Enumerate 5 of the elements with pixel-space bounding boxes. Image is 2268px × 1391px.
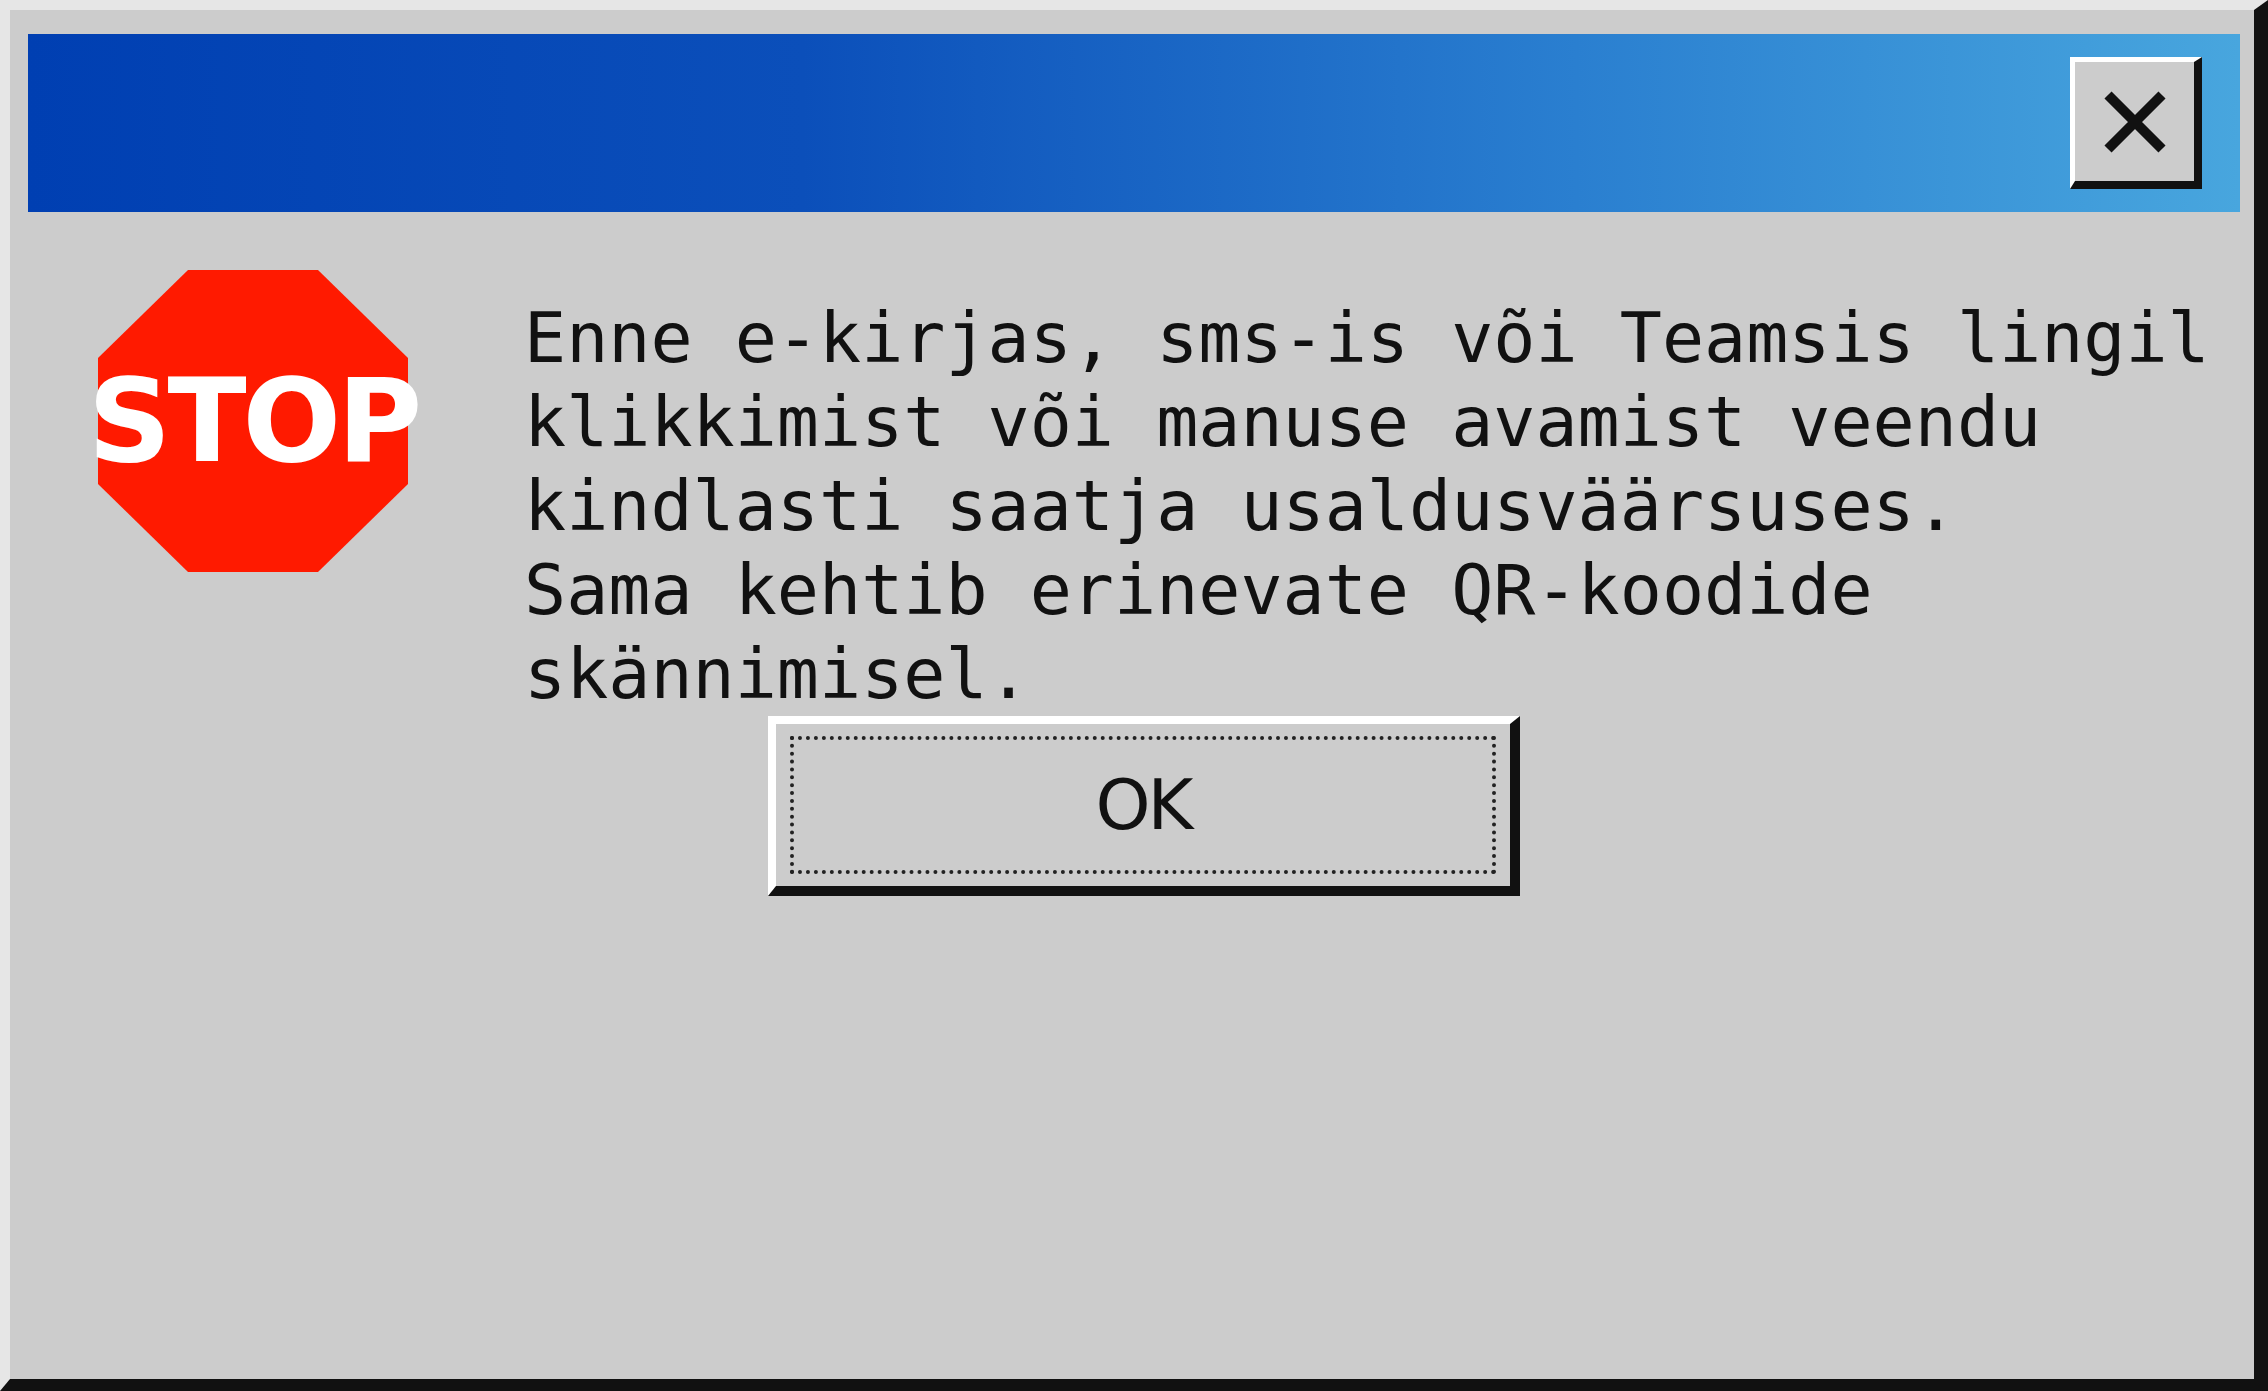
close-icon xyxy=(2101,88,2168,155)
close-button[interactable] xyxy=(2070,57,2202,189)
ok-button[interactable]: OK xyxy=(768,716,1520,896)
message-text: Enne e-kirjas, sms-is või Teamsis lingil klikkimist või manuse avamist veendu kindlasti saatja usaldusväärsuses. xyxy=(524,296,2211,548)
message-text: Sama kehtib erinevate QR-koodide skännimisel. xyxy=(524,548,1874,716)
